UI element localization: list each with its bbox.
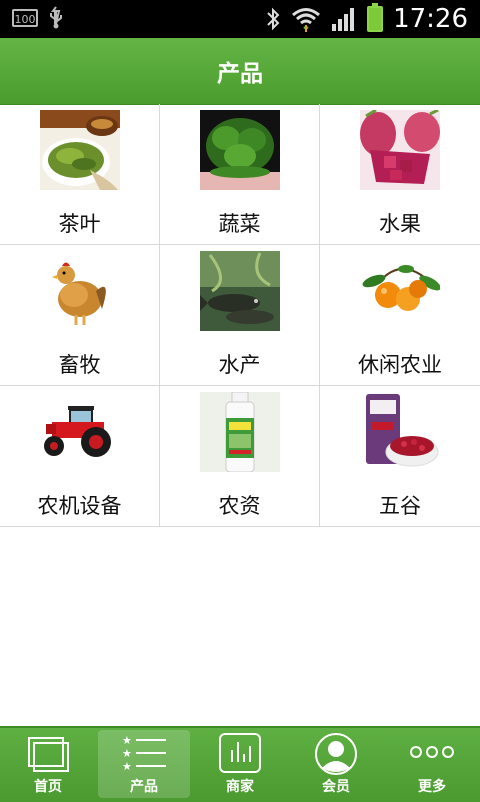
clock: 17:26: [393, 4, 468, 34]
nav-home[interactable]: 首页: [0, 728, 96, 802]
bluetooth-icon: [267, 7, 280, 31]
nav-label: 产品: [130, 779, 158, 795]
page-title: 产品: [217, 61, 263, 87]
status-bar: 100 17:26: [0, 0, 480, 38]
nav-label: 更多: [418, 779, 446, 795]
category-grid: 茶叶 蔬菜 水果 畜牧 水产 休闲农业 农机设备 农资 五谷: [0, 104, 480, 527]
nav-merchants[interactable]: 商家: [192, 728, 288, 802]
category-fruit[interactable]: 水果: [320, 104, 480, 245]
category-label: 农机设备: [37, 494, 122, 518]
svg-text:★: ★: [122, 760, 132, 772]
red-beans-image: [360, 392, 440, 472]
battery-saver-icon: 100: [12, 9, 38, 27]
category-label: 农资: [218, 494, 261, 518]
svg-text:★: ★: [122, 747, 132, 760]
nav-more[interactable]: 更多: [384, 728, 480, 802]
nav-products[interactable]: ★ ★ ★ 产品: [96, 728, 192, 802]
nav-members[interactable]: 会员: [288, 728, 384, 802]
vegetable-image: [200, 110, 280, 190]
category-agricultural-supplies[interactable]: 农资: [160, 386, 320, 527]
category-grains[interactable]: 五谷: [320, 386, 480, 527]
category-label: 水果: [379, 212, 421, 236]
category-tea[interactable]: 茶叶: [0, 104, 160, 245]
tractor-image: [40, 392, 120, 472]
category-label: 畜牧: [58, 353, 101, 377]
more-dots-icon: [410, 746, 454, 758]
nav-label: 首页: [34, 779, 62, 795]
category-label: 五谷: [379, 494, 421, 518]
merchant-chart-icon: [219, 733, 261, 773]
signal-icon: [332, 8, 355, 31]
category-label: 茶叶: [58, 212, 101, 236]
nav-label: 商家: [226, 779, 254, 795]
category-livestock[interactable]: 畜牧: [0, 245, 160, 386]
category-farm-machinery[interactable]: 农机设备: [0, 386, 160, 527]
battery-icon: [367, 3, 384, 32]
nav-label: 会员: [322, 779, 350, 795]
category-label: 水产: [218, 353, 261, 377]
category-leisure-agriculture[interactable]: 休闲农业: [320, 245, 480, 386]
fish-image: [200, 251, 280, 331]
member-avatar-icon: [315, 733, 357, 775]
fruit-image: [360, 110, 440, 190]
product-list-icon: ★ ★ ★: [122, 734, 166, 772]
chicken-image: [40, 251, 120, 331]
category-vegetables[interactable]: 蔬菜: [160, 104, 320, 245]
category-label: 蔬菜: [218, 212, 261, 236]
tea-image: [40, 110, 120, 190]
category-aquatic[interactable]: 水产: [160, 245, 320, 386]
oranges-image: [360, 251, 440, 331]
wifi-icon: [292, 8, 321, 32]
bottom-nav: 首页 ★ ★ ★ 产品 商家 会员 更多: [0, 726, 480, 802]
fertilizer-bottle-image: [200, 392, 280, 472]
usb-icon: [50, 6, 62, 29]
category-label: 休闲农业: [358, 353, 442, 377]
svg-text:★: ★: [122, 734, 132, 747]
home-icon: [28, 737, 69, 772]
title-bar: 产品: [0, 38, 480, 105]
